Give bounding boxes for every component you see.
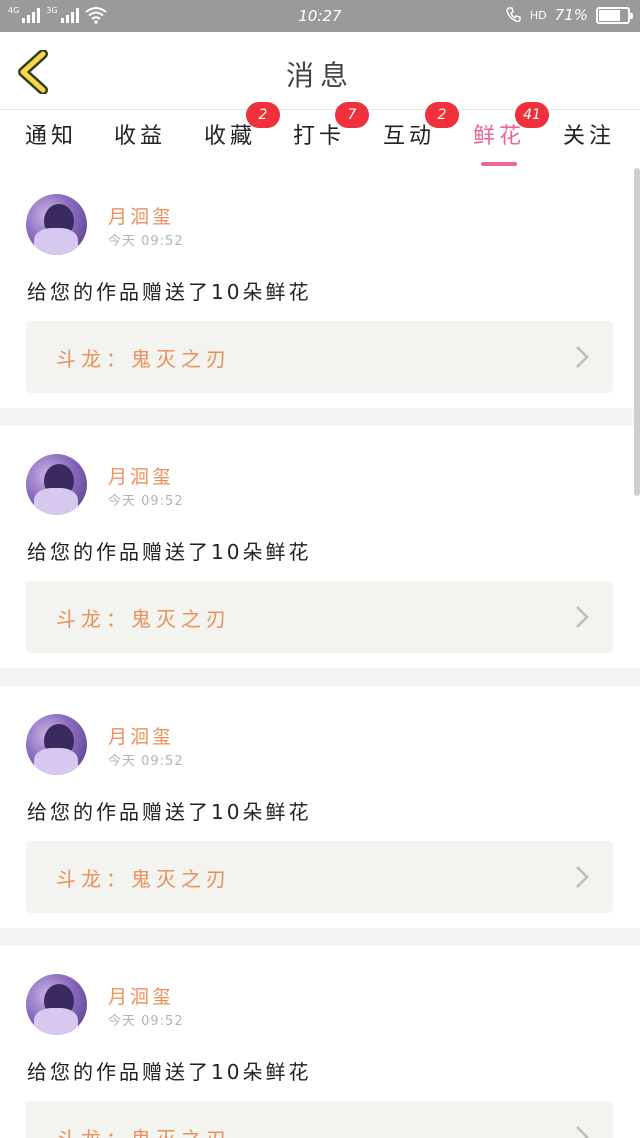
message-card: 月洄玺 今天 09:52 给您的作品赠送了10朵鲜花 斗龙：鬼灭之刃 <box>0 686 640 928</box>
work-link[interactable]: 斗龙：鬼灭之刃 <box>26 581 613 653</box>
avatar[interactable] <box>26 454 87 515</box>
message-card: 月洄玺 今天 09:52 给您的作品赠送了10朵鲜花 斗龙：鬼灭之刃 <box>0 166 640 408</box>
message-text: 给您的作品赠送了10朵鲜花 <box>27 800 312 824</box>
tab-favorites[interactable]: 收藏 2 <box>198 102 280 166</box>
badge-count: 41 <box>515 102 549 128</box>
message-card: 月洄玺 今天 09:52 给您的作品赠送了10朵鲜花 斗龙：鬼灭之刃 <box>0 426 640 668</box>
avatar[interactable] <box>26 974 87 1035</box>
tab-label: 关注 <box>562 124 615 149</box>
post-time: 今天 09:52 <box>108 494 184 509</box>
tab-earnings[interactable]: 收益 <box>108 118 172 166</box>
tab-flowers[interactable]: 鲜花 41 <box>467 102 549 166</box>
message-list[interactable]: 月洄玺 今天 09:52 给您的作品赠送了10朵鲜花 斗龙：鬼灭之刃 月洄玺 今… <box>0 166 640 1138</box>
post-time: 今天 09:52 <box>108 234 184 249</box>
work-title: 斗龙：鬼灭之刃 <box>56 607 231 631</box>
scrollbar[interactable] <box>634 168 640 496</box>
chevron-right-icon <box>576 606 589 628</box>
chevron-right-icon <box>576 346 589 368</box>
post-time: 今天 09:52 <box>108 754 184 769</box>
tab-label: 互动 <box>382 124 435 149</box>
user-name[interactable]: 月洄玺 <box>108 202 174 229</box>
tab-bar: 通知 收益 收藏 2 打卡 7 互动 2 鲜花 41 关注 <box>0 102 640 166</box>
user-name[interactable]: 月洄玺 <box>108 982 174 1009</box>
battery-icon <box>596 6 633 24</box>
post-time: 今天 09:52 <box>108 1014 184 1029</box>
tab-label: 收藏 <box>203 124 256 149</box>
message-card: 月洄玺 今天 09:52 给您的作品赠送了10朵鲜花 斗龙：鬼灭之刃 <box>0 946 640 1138</box>
hd-label: HD <box>529 8 547 22</box>
message-text: 给您的作品赠送了10朵鲜花 <box>27 1060 312 1084</box>
badge-count: 2 <box>425 102 459 128</box>
chevron-right-icon <box>576 866 589 888</box>
user-name[interactable]: 月洄玺 <box>108 462 174 489</box>
chevron-right-icon <box>576 1126 589 1138</box>
header: 消息 <box>0 32 640 110</box>
status-bar: 4G 3G 10:27 HD 71% <box>0 0 640 32</box>
work-link[interactable]: 斗龙：鬼灭之刃 <box>26 321 613 393</box>
tab-notifications[interactable]: 通知 <box>19 118 83 166</box>
page-title: 消息 <box>285 59 354 92</box>
message-text: 给您的作品赠送了10朵鲜花 <box>27 540 312 564</box>
tab-label: 打卡 <box>292 124 345 149</box>
work-title: 斗龙：鬼灭之刃 <box>56 347 231 371</box>
work-title: 斗龙：鬼灭之刃 <box>56 867 231 891</box>
tab-label: 鲜花 <box>472 124 525 149</box>
badge-count: 7 <box>335 102 369 128</box>
work-link[interactable]: 斗龙：鬼灭之刃 <box>26 841 613 913</box>
tab-checkin[interactable]: 打卡 7 <box>287 102 369 166</box>
battery-percent: 71% <box>554 6 588 24</box>
work-title: 斗龙：鬼灭之刃 <box>56 1123 231 1138</box>
tab-interactions[interactable]: 互动 2 <box>377 102 459 166</box>
tab-label: 通知 <box>24 124 77 149</box>
tab-following[interactable]: 关注 <box>557 118 621 166</box>
work-link[interactable]: 斗龙：鬼灭之刃 <box>26 1101 613 1138</box>
status-right: HD 71% <box>506 6 633 24</box>
badge-count: 2 <box>246 102 280 128</box>
avatar[interactable] <box>26 194 87 255</box>
tab-label: 收益 <box>113 124 166 149</box>
message-text: 给您的作品赠送了10朵鲜花 <box>27 280 312 304</box>
user-name[interactable]: 月洄玺 <box>108 722 174 749</box>
phone-icon <box>506 7 521 23</box>
avatar[interactable] <box>26 714 87 775</box>
